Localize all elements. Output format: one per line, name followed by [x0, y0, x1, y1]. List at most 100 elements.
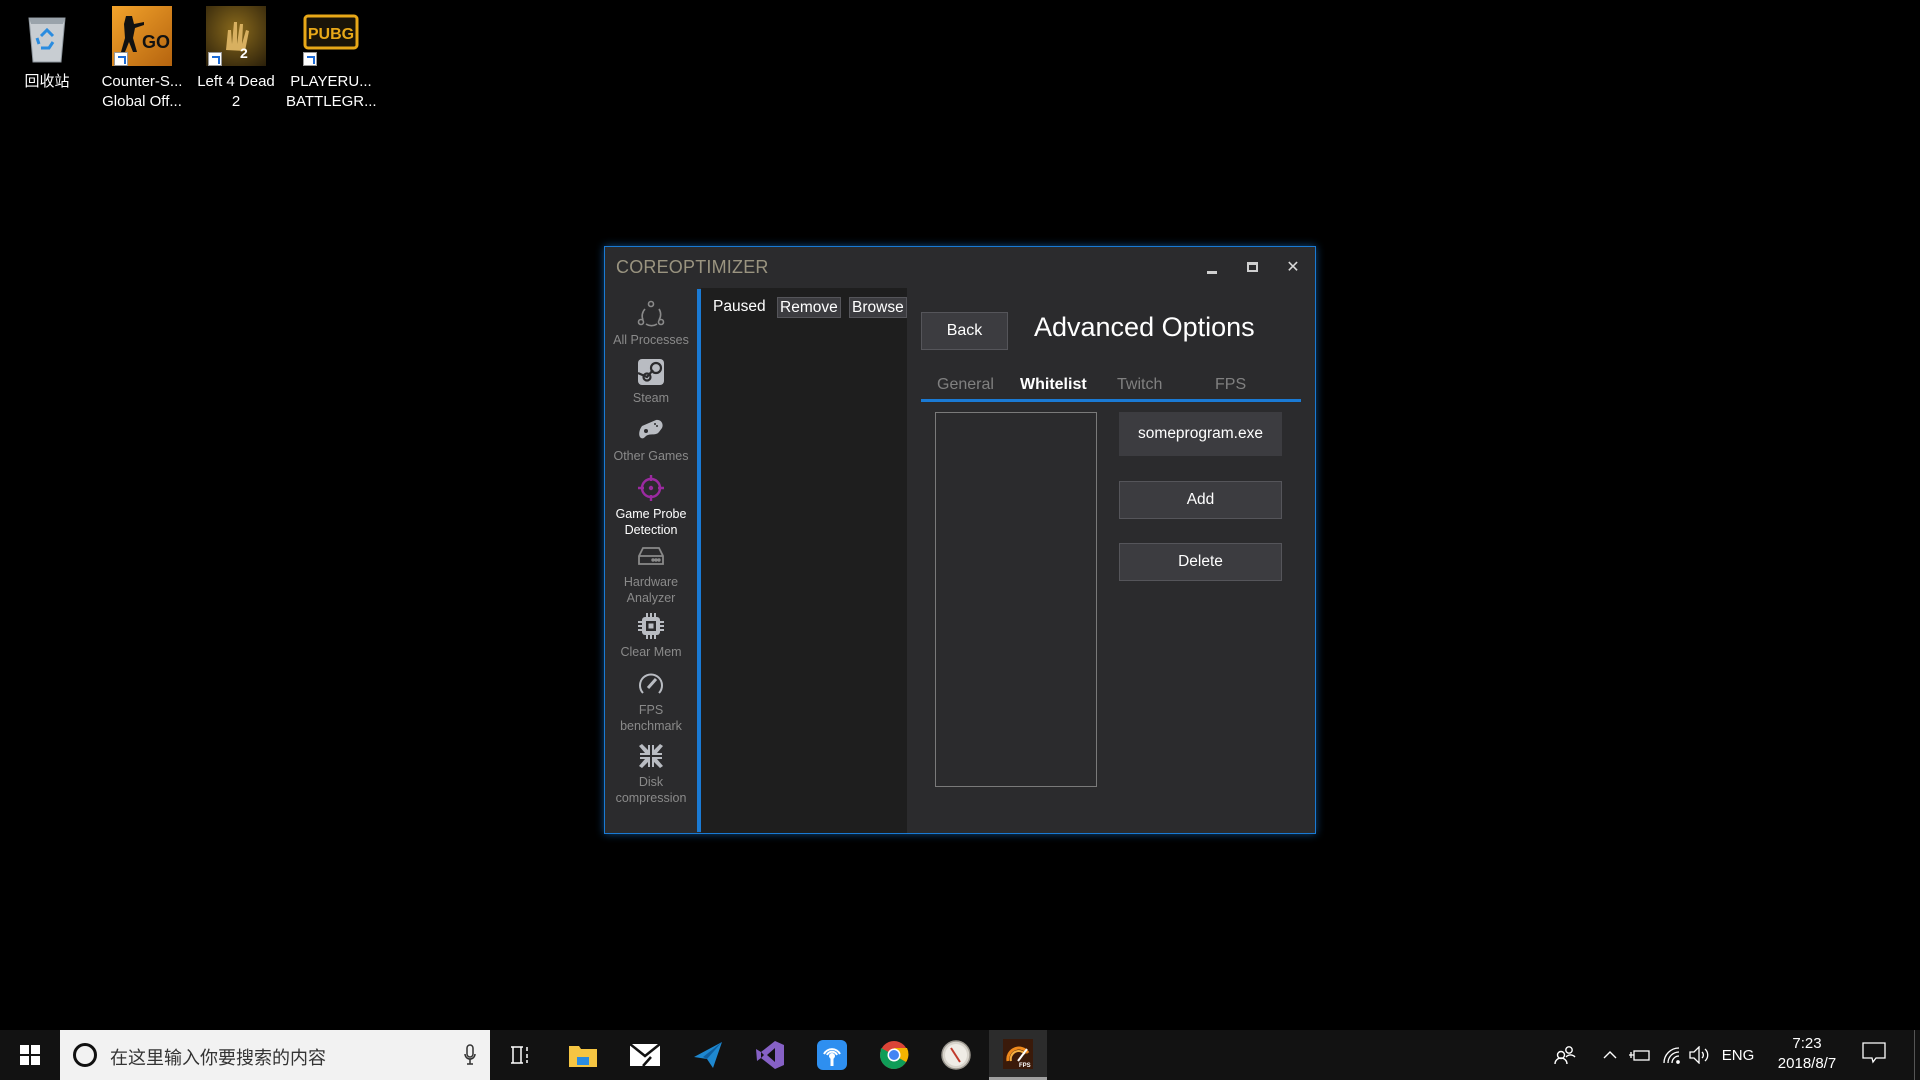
network-button[interactable] — [1660, 1030, 1684, 1080]
desktop-icon-label: Left 4 Dead — [197, 73, 275, 90]
speaker-icon — [1689, 1046, 1709, 1064]
taskbar-telegram[interactable] — [679, 1030, 737, 1080]
sidebar-item-all-processes[interactable]: All Processes — [605, 299, 697, 348]
sidebar-item-clear-mem[interactable]: Clear Mem — [605, 611, 697, 660]
sidebar-item-game-probe-detection[interactable]: Game Probe Detection — [605, 473, 697, 538]
battery-plugged-icon — [1629, 1050, 1650, 1061]
taskbar-coreoptimizer[interactable]: FPS — [989, 1030, 1047, 1080]
tab-fps[interactable]: FPS — [1215, 376, 1246, 394]
taskbar-file-explorer[interactable] — [554, 1030, 612, 1080]
taskbar: 在这里输入你要搜索的内容 FPS ENG 7:23 2018/8/7 — [0, 1030, 1920, 1080]
options-tabs: General Whitelist Twitch FPS — [921, 372, 1301, 402]
microphone-icon — [464, 1044, 476, 1065]
sidebar-item-label: compression — [615, 791, 687, 805]
whitelist-listbox[interactable] — [935, 412, 1097, 787]
tab-twitch[interactable]: Twitch — [1117, 376, 1162, 394]
show-desktop-button[interactable] — [1914, 1030, 1920, 1080]
minimize-icon — [1207, 270, 1217, 274]
power-status-button[interactable] — [1628, 1030, 1652, 1080]
minimize-button[interactable] — [1199, 255, 1225, 279]
windows-logo-icon — [20, 1045, 40, 1065]
sidebar-item-label: Game Probe — [615, 507, 687, 521]
taskbar-speedometer-app[interactable] — [927, 1030, 985, 1080]
sidebar-item-steam[interactable]: Steam — [605, 357, 697, 406]
page-title: Advanced Options — [1034, 312, 1255, 342]
remove-button[interactable]: Remove — [777, 297, 841, 318]
coreoptimizer-window: COREOPTIMIZER ✕ All Processes Steam Othe… — [604, 246, 1316, 834]
hard-drive-icon — [605, 541, 697, 571]
status-label: Paused — [713, 298, 766, 315]
sidebar-item-label: Disk — [638, 775, 664, 789]
svg-text:2: 2 — [240, 45, 248, 61]
taskbar-search-box[interactable]: 在这里输入你要搜索的内容 — [60, 1030, 490, 1080]
desktop-icon-left-4-dead-2[interactable]: 2 Left 4 Dead 2 — [191, 6, 281, 112]
volume-button[interactable] — [1688, 1030, 1712, 1080]
back-button[interactable]: Back — [921, 312, 1008, 350]
paper-plane-icon — [694, 1042, 722, 1068]
sidebar-item-label: Clear Mem — [620, 645, 682, 659]
maximize-icon — [1246, 262, 1258, 272]
sidebar-item-label: benchmark — [620, 719, 682, 733]
process-pane: Paused Remove Browse — [701, 288, 907, 833]
clock-date: 2018/8/7 — [1777, 1055, 1837, 1072]
advanced-options-panel: Back Advanced Options General Whitelist … — [907, 288, 1315, 833]
desktop-icon-recycle-bin[interactable]: 回收站 — [2, 6, 92, 92]
taskbar-hotspot[interactable] — [803, 1030, 861, 1080]
maximize-button[interactable] — [1239, 255, 1265, 279]
wifi-icon — [1663, 1047, 1680, 1064]
close-button[interactable]: ✕ — [1280, 255, 1306, 279]
sidebar-item-other-games[interactable]: Other Games — [605, 415, 697, 464]
action-center-icon[interactable] — [1862, 1042, 1886, 1064]
search-placeholder: 在这里输入你要搜索的内容 — [110, 1048, 326, 1068]
task-view-button[interactable] — [491, 1030, 549, 1080]
recycle-bin-icon — [17, 6, 77, 66]
show-hidden-icons-button[interactable] — [1600, 1030, 1620, 1080]
wifi-hotspot-icon — [817, 1040, 847, 1070]
title-bar[interactable]: COREOPTIMIZER ✕ — [605, 247, 1315, 287]
app-title: COREOPTIMIZER — [616, 257, 769, 277]
speedometer-icon — [605, 669, 697, 699]
visual-studio-icon — [756, 1041, 784, 1069]
fps-gauge-icon: FPS — [1003, 1038, 1033, 1069]
desktop-icon-pubg[interactable]: PUBG PLAYERU... BATTLEGR... — [286, 6, 377, 112]
start-button[interactable] — [0, 1030, 60, 1080]
delete-button[interactable]: Delete — [1119, 543, 1282, 581]
sidebar-item-fps-benchmark[interactable]: FPS benchmark — [605, 669, 697, 734]
sidebar-item-disk-compression[interactable]: Disk compression — [605, 741, 697, 806]
desktop-icon-label: Global Off... — [102, 93, 182, 110]
add-button[interactable]: Add — [1119, 481, 1282, 519]
left-4-dead-2-icon: 2 — [206, 6, 266, 66]
browse-button[interactable]: Browse — [849, 297, 907, 318]
sidebar-item-hardware-analyzer[interactable]: Hardware Analyzer — [605, 541, 697, 606]
shortcut-arrow-icon — [303, 52, 317, 66]
sidebar-item-label: Detection — [624, 523, 678, 537]
crosshair-icon — [605, 473, 697, 503]
tab-whitelist[interactable]: Whitelist — [1020, 376, 1087, 394]
desktop-icon-label: 回收站 — [24, 73, 70, 90]
svg-text:PUBG: PUBG — [308, 26, 354, 43]
taskbar-chrome[interactable] — [865, 1030, 923, 1080]
taskbar-mail[interactable] — [616, 1030, 674, 1080]
sidebar-item-label: All Processes — [613, 333, 689, 347]
sidebar-item-label: FPS — [638, 703, 664, 717]
steam-icon — [605, 357, 697, 387]
gamepad-icon — [605, 415, 697, 445]
chip-icon — [605, 611, 697, 641]
taskbar-visual-studio[interactable] — [741, 1030, 799, 1080]
desktop-icon-csgo[interactable]: GO Counter-S... Global Off... — [97, 6, 187, 112]
network-nodes-icon — [605, 299, 697, 329]
shortcut-arrow-icon — [114, 52, 128, 66]
taskbar-clock[interactable]: 7:23 2018/8/7 — [1764, 1034, 1850, 1074]
mail-icon — [629, 1043, 661, 1067]
desktop-icon-label: Counter-S... — [101, 73, 183, 90]
csgo-icon: GO — [112, 6, 172, 66]
desktop-icon-label: 2 — [231, 93, 241, 110]
tab-general[interactable]: General — [937, 376, 994, 394]
chevron-up-icon — [1603, 1051, 1617, 1059]
people-button[interactable] — [1550, 1030, 1580, 1080]
svg-text:FPS: FPS — [1019, 1063, 1031, 1069]
program-name-input[interactable] — [1119, 412, 1282, 456]
input-language-button[interactable]: ENG — [1716, 1030, 1760, 1080]
clock-time: 7:23 — [1792, 1035, 1822, 1052]
sidebar-item-label: Steam — [632, 391, 670, 405]
